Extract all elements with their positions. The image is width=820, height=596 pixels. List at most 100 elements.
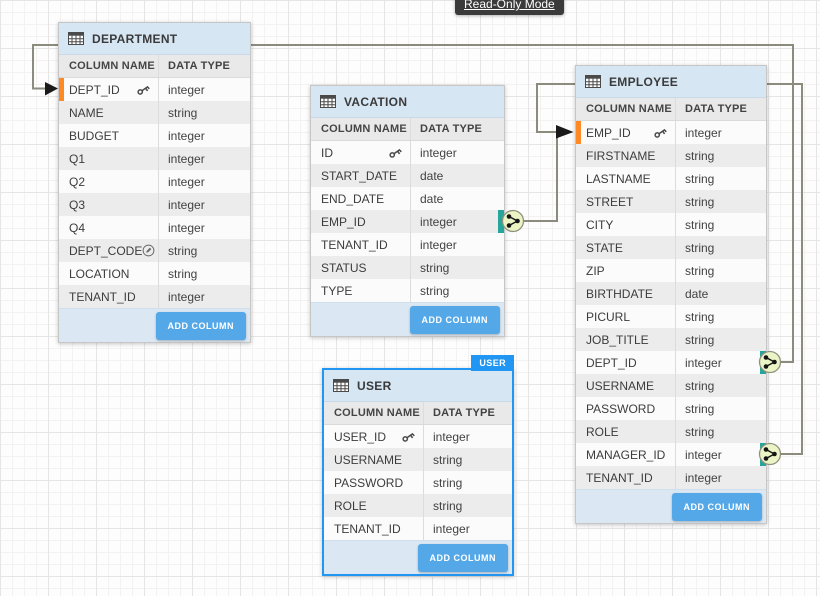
column-name: TENANT_ID [321, 238, 388, 252]
column-name-cell: LASTNAME [576, 172, 675, 186]
column-row-employee-city[interactable]: CITYstring [576, 213, 766, 236]
column-headers-department: COLUMN NAMEDATA TYPE [59, 55, 250, 78]
table-employee[interactable]: EMPLOYEE COLUMN NAMEDATA TYPEEMP_IDintege… [575, 65, 767, 524]
data-type-cell: string [675, 259, 766, 282]
column-row-department-q2[interactable]: Q2integer [59, 170, 250, 193]
column-row-employee-birthdate[interactable]: BIRTHDATEdate [576, 282, 766, 305]
column-row-vacation-id[interactable]: IDinteger [311, 141, 504, 164]
data-type-cell: integer [158, 170, 250, 193]
data-type-cell: integer [423, 517, 512, 540]
table-header-employee[interactable]: EMPLOYEE [576, 66, 766, 98]
column-row-user-user-id[interactable]: USER_IDinteger [324, 425, 512, 448]
column-name-cell: NAME [59, 106, 158, 120]
data-type-cell: string [675, 190, 766, 213]
data-type-cell: string [675, 213, 766, 236]
table-department[interactable]: DEPARTMENT COLUMN NAMEDATA TYPEDEPT_IDint… [58, 22, 251, 343]
column-name-cell: CITY [576, 218, 675, 232]
data-type-cell: string [423, 448, 512, 471]
table-grid-icon [333, 379, 349, 392]
column-row-user-role[interactable]: ROLEstring [324, 494, 512, 517]
column-name-cell: Q2 [59, 175, 158, 189]
column-row-employee-zip[interactable]: ZIPstring [576, 259, 766, 282]
column-row-department-name[interactable]: NAMEstring [59, 101, 250, 124]
column-row-vacation-status[interactable]: STATUSstring [311, 256, 504, 279]
column-name-header: COLUMN NAME [576, 103, 675, 115]
column-row-employee-job-title[interactable]: JOB_TITLEstring [576, 328, 766, 351]
table-header-department[interactable]: DEPARTMENT [59, 23, 250, 55]
table-vacation[interactable]: VACATIONCOLUMN NAMEDATA TYPEIDintegerSTA… [310, 85, 505, 337]
column-row-employee-tenant-id[interactable]: TENANT_IDinteger [576, 466, 766, 489]
column-row-employee-state[interactable]: STATEstring [576, 236, 766, 259]
table-title: DEPARTMENT [92, 32, 177, 46]
column-row-vacation-start-date[interactable]: START_DATEdate [311, 164, 504, 187]
column-name-cell: TENANT_ID [324, 522, 423, 536]
column-name: STATUS [321, 261, 367, 275]
data-type-cell: integer [158, 78, 250, 101]
schema-canvas[interactable]: Read-Only Mode DEPARTMENTCOLUMN NAMEDATA… [0, 0, 820, 596]
data-type-cell: string [675, 305, 766, 328]
column-name: USER_ID [334, 430, 386, 444]
column-name: BUDGET [69, 129, 119, 143]
column-name: STATE [586, 241, 623, 255]
column-row-department-dept-id[interactable]: DEPT_IDinteger [59, 78, 250, 101]
column-row-department-dept-code[interactable]: DEPT_CODEstring [59, 239, 250, 262]
column-row-vacation-emp-id[interactable]: EMP_IDinteger [311, 210, 504, 233]
column-headers-user: COLUMN NAMEDATA TYPE [324, 402, 512, 425]
column-row-user-tenant-id[interactable]: TENANT_IDinteger [324, 517, 512, 540]
column-name-cell: ROLE [576, 425, 675, 439]
column-row-department-q3[interactable]: Q3integer [59, 193, 250, 216]
add-column-button-vacation[interactable]: ADD COLUMN [410, 306, 501, 334]
column-row-employee-emp-id[interactable]: EMP_IDinteger [576, 121, 766, 144]
user-table-tag: USER [471, 355, 514, 371]
table-header-user[interactable]: USER [324, 370, 512, 402]
column-name-cell: PASSWORD [324, 476, 423, 490]
column-name-cell: EMP_ID [311, 215, 410, 229]
data-type-cell: date [410, 187, 504, 210]
column-row-vacation-tenant-id[interactable]: TENANT_IDinteger [311, 233, 504, 256]
column-row-department-budget[interactable]: BUDGETinteger [59, 124, 250, 147]
table-header-vacation[interactable]: VACATION [311, 86, 504, 118]
data-type-header: DATA TYPE [410, 118, 504, 140]
table-grid-icon [68, 32, 84, 45]
column-row-employee-dept-id[interactable]: DEPT_IDinteger [576, 351, 766, 374]
add-column-button-employee[interactable]: ADD COLUMN [672, 493, 763, 521]
column-name: Q1 [69, 152, 85, 166]
many-connector-vacation-emp-id[interactable] [503, 211, 524, 232]
data-type-cell: integer [158, 285, 250, 308]
data-type-cell: date [675, 282, 766, 305]
column-row-department-q4[interactable]: Q4integer [59, 216, 250, 239]
column-row-user-password[interactable]: PASSWORDstring [324, 471, 512, 494]
table-user[interactable]: USERUSERCOLUMN NAMEDATA TYPEUSER_IDinteg… [322, 368, 514, 576]
column-row-vacation-type[interactable]: TYPEstring [311, 279, 504, 302]
table-title: VACATION [344, 95, 407, 109]
column-row-employee-password[interactable]: PASSWORDstring [576, 397, 766, 420]
data-type-cell: integer [675, 351, 766, 374]
add-column-button-department[interactable]: ADD COLUMN [156, 312, 247, 340]
column-row-employee-picurl[interactable]: PICURLstring [576, 305, 766, 328]
column-name-cell: ROLE [324, 499, 423, 513]
column-row-user-username[interactable]: USERNAMEstring [324, 448, 512, 471]
column-row-department-location[interactable]: LOCATIONstring [59, 262, 250, 285]
column-name-cell: USER_ID [324, 430, 423, 444]
column-row-employee-role[interactable]: ROLEstring [576, 420, 766, 443]
column-name-cell: TYPE [311, 284, 410, 298]
column-row-department-tenant-id[interactable]: TENANT_ID integer [59, 285, 250, 308]
column-row-employee-firstname[interactable]: FIRSTNAMEstring [576, 144, 766, 167]
data-type-cell: integer [675, 121, 766, 144]
column-row-employee-street[interactable]: STREETstring [576, 190, 766, 213]
column-row-employee-lastname[interactable]: LASTNAMEstring [576, 167, 766, 190]
column-name: DEPT_CODE [69, 244, 142, 258]
column-name: TENANT_ID [69, 290, 136, 304]
column-name: EMP_ID [321, 215, 366, 229]
column-row-employee-manager-id[interactable]: MANAGER_IDinteger [576, 443, 766, 466]
add-column-button-user[interactable]: ADD COLUMN [418, 544, 509, 572]
column-row-vacation-end-date[interactable]: END_DATE date [311, 187, 504, 210]
column-name: END_DATE [321, 192, 384, 206]
column-row-department-q1[interactable]: Q1integer [59, 147, 250, 170]
data-type-header: DATA TYPE [675, 98, 766, 120]
data-type-cell: string [675, 328, 766, 351]
column-name-cell: STATUS [311, 261, 410, 275]
data-type-cell: string [158, 262, 250, 285]
table-grid-icon [585, 75, 601, 88]
column-row-employee-username[interactable]: USERNAMEstring [576, 374, 766, 397]
